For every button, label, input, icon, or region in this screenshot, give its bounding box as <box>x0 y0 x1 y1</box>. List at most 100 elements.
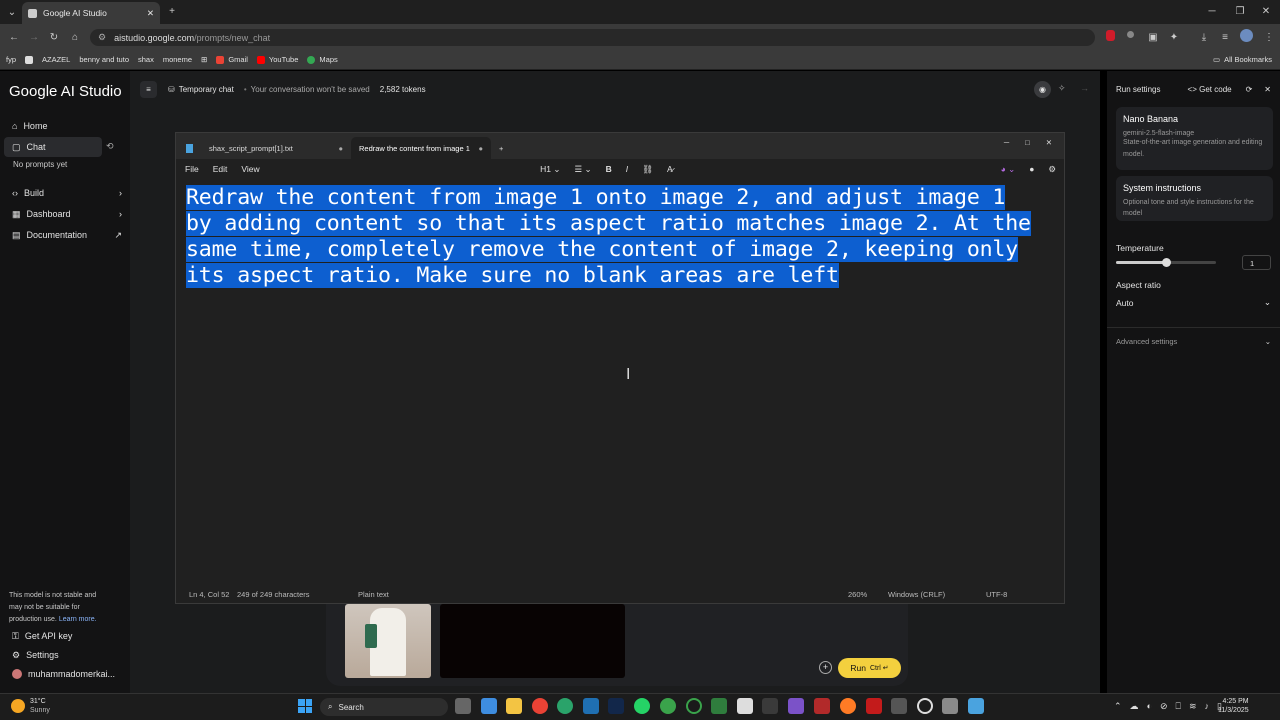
link-icon[interactable]: ⛓ <box>642 164 653 175</box>
weather-sun-icon[interactable] <box>11 699 25 713</box>
account-link[interactable]: muhammadomerkai... <box>0 664 115 684</box>
photoshop-icon[interactable] <box>608 698 624 714</box>
battery-icon[interactable]: ▯ <box>1217 701 1222 712</box>
notepad-app-taskbar-icon[interactable] <box>968 698 984 714</box>
file-explorer-icon[interactable] <box>506 698 522 714</box>
menu-view[interactable]: View <box>241 164 259 174</box>
whatsapp-icon[interactable] <box>634 698 650 714</box>
np-close-icon[interactable]: ✕ <box>1038 133 1060 151</box>
unsaved-dot-icon[interactable]: ● <box>478 144 483 153</box>
np-maximize-icon[interactable]: □ <box>1017 133 1038 151</box>
minimize-window-icon[interactable]: ─ <box>1200 1 1224 21</box>
tab-search-icon[interactable]: ⌄ <box>0 2 24 22</box>
restore-window-icon[interactable]: ❐ <box>1228 1 1252 21</box>
clock[interactable]: 4:25 PM 11/3/2025 <box>1218 697 1249 715</box>
onedrive-icon[interactable]: ☁ <box>1130 701 1139 712</box>
browser-tab-ai-studio[interactable]: Google AI Studio ✕ <box>22 2 160 24</box>
weather-widget[interactable]: 31°C Sunny <box>30 697 50 715</box>
settings-link[interactable]: ⚙ Settings <box>0 645 59 665</box>
collapse-sidebar-icon[interactable]: ≡ <box>140 81 157 98</box>
cast-icon[interactable]: ≡ <box>1213 27 1237 47</box>
incognito-icon[interactable]: ◉ <box>1034 81 1051 98</box>
close-tab-icon[interactable]: ✕ <box>147 8 154 19</box>
add-media-icon[interactable]: + <box>819 661 832 674</box>
new-tab-icon[interactable]: + <box>491 137 511 159</box>
learn-more-link[interactable]: Learn more. <box>59 616 97 623</box>
clear-format-icon[interactable]: A̷ <box>667 164 673 174</box>
bookmark-youtube[interactable]: YouTube <box>256 55 298 64</box>
apps-grid-icon[interactable]: ⊞ <box>201 55 207 64</box>
bookmark-shax[interactable]: shax <box>138 55 154 64</box>
copilot-app-icon[interactable] <box>481 698 497 714</box>
advanced-settings-toggle[interactable]: Advanced settings ⌄ <box>1116 337 1271 346</box>
extension-gray-icon[interactable] <box>1127 31 1134 38</box>
tray-chevron-icon[interactable]: ⌃ <box>1114 701 1122 712</box>
unsaved-dot-icon[interactable]: ● <box>338 144 343 153</box>
app-image-icon[interactable] <box>711 698 727 714</box>
app-23-icon[interactable] <box>737 698 753 714</box>
profile-avatar[interactable] <box>1240 29 1253 42</box>
edge-icon[interactable] <box>557 698 573 714</box>
aspect-ratio-select[interactable]: Auto ⌄ <box>1116 294 1271 311</box>
copilot-icon[interactable]: ◕ ⌄ <box>1001 164 1016 175</box>
url-field[interactable]: ⚙ aistudio.google.com/prompts/new_chat <box>90 29 1095 46</box>
bookmark-gmail[interactable]: Gmail <box>216 55 248 64</box>
notepad-text-area[interactable]: Redraw the content from image 1 onto ima… <box>176 179 1064 295</box>
nav-dashboard[interactable]: ▦ Dashboard › <box>0 204 122 224</box>
attached-image-1[interactable] <box>345 604 431 678</box>
reset-icon[interactable]: ⟳ <box>1246 85 1253 94</box>
heading-dropdown[interactable]: H1 ⌄ <box>540 164 560 175</box>
extension-red-icon[interactable] <box>1106 30 1115 41</box>
model-card[interactable]: Nano Banana gemini-2.5-flash-image State… <box>1116 107 1273 170</box>
bold-icon[interactable]: B <box>606 164 612 174</box>
account-icon[interactable]: ● <box>1029 164 1034 174</box>
close-window-icon[interactable]: ✕ <box>1254 1 1278 21</box>
more-icon[interactable]: → <box>1080 83 1089 93</box>
nav-chat[interactable]: ▢ Chat <box>4 137 102 157</box>
volume-icon[interactable]: ♪ <box>1204 701 1209 712</box>
bookmark-benny[interactable]: benny and tuto <box>79 55 129 64</box>
taskbar-search[interactable]: ⌕ Search <box>320 698 448 716</box>
run-button[interactable]: Run Ctrl ↵ <box>838 658 901 678</box>
close-panel-icon[interactable]: ✕ <box>1264 85 1271 94</box>
tray-app2-icon[interactable]: ⊘ <box>1160 701 1168 712</box>
bookmark-fyp[interactable]: fyp <box>6 55 16 64</box>
tray-app-icon[interactable]: ◐ <box>1147 701 1152 712</box>
menu-edit[interactable]: Edit <box>213 164 228 174</box>
vscode-icon[interactable] <box>583 698 599 714</box>
notepad-settings-icon[interactable]: ⚙ <box>1048 164 1056 175</box>
bookmark-maps[interactable]: Maps <box>307 55 338 64</box>
app-ring-icon[interactable] <box>686 698 702 714</box>
app-tool-icon[interactable] <box>891 698 907 714</box>
menu-file[interactable]: File <box>185 164 199 174</box>
firefox-icon[interactable] <box>840 698 856 714</box>
compare-icon[interactable]: ✧ <box>1058 83 1066 94</box>
app-red-icon[interactable] <box>814 698 830 714</box>
menu-icon[interactable]: ⋮ <box>1257 27 1280 47</box>
app-purple-icon[interactable] <box>788 698 804 714</box>
get-code-button[interactable]: <> Get code <box>1188 85 1232 94</box>
temperature-slider-thumb[interactable] <box>1162 258 1171 267</box>
notepad-tab-script[interactable]: shax_script_prompt[1].txt ● <box>201 137 351 159</box>
attached-image-2[interactable] <box>440 604 625 678</box>
history-icon[interactable]: ⟲ <box>106 141 114 152</box>
temperature-input[interactable]: 1 <box>1242 255 1271 270</box>
notepad-tab-redraw[interactable]: Redraw the content from image 1 c ● <box>351 137 491 159</box>
bookmark-azazel[interactable]: AZAZEL <box>42 55 70 64</box>
app-circle-icon[interactable] <box>917 698 933 714</box>
all-bookmarks[interactable]: ▭ All Bookmarks <box>1213 55 1272 64</box>
settings-app-icon[interactable] <box>942 698 958 714</box>
wifi-icon[interactable]: ≋ <box>1189 701 1197 712</box>
nav-build[interactable]: ‹› Build › <box>0 183 122 203</box>
home-icon[interactable]: ⌂ <box>63 27 87 47</box>
get-api-key-link[interactable]: ⚿ Get API key <box>0 626 72 646</box>
new-tab-icon[interactable]: + <box>160 1 184 21</box>
app-green-icon[interactable] <box>660 698 676 714</box>
chrome-icon[interactable] <box>532 698 548 714</box>
puzzle-icon[interactable]: ✦ <box>1162 27 1186 47</box>
app-s-icon[interactable] <box>866 698 882 714</box>
temperature-slider[interactable] <box>1116 258 1216 267</box>
bookmark-moneme[interactable]: moneme <box>163 55 192 64</box>
tray-app3-icon[interactable]: ⎕ <box>1176 701 1181 712</box>
nav-home[interactable]: ⌂ Home <box>0 116 47 136</box>
